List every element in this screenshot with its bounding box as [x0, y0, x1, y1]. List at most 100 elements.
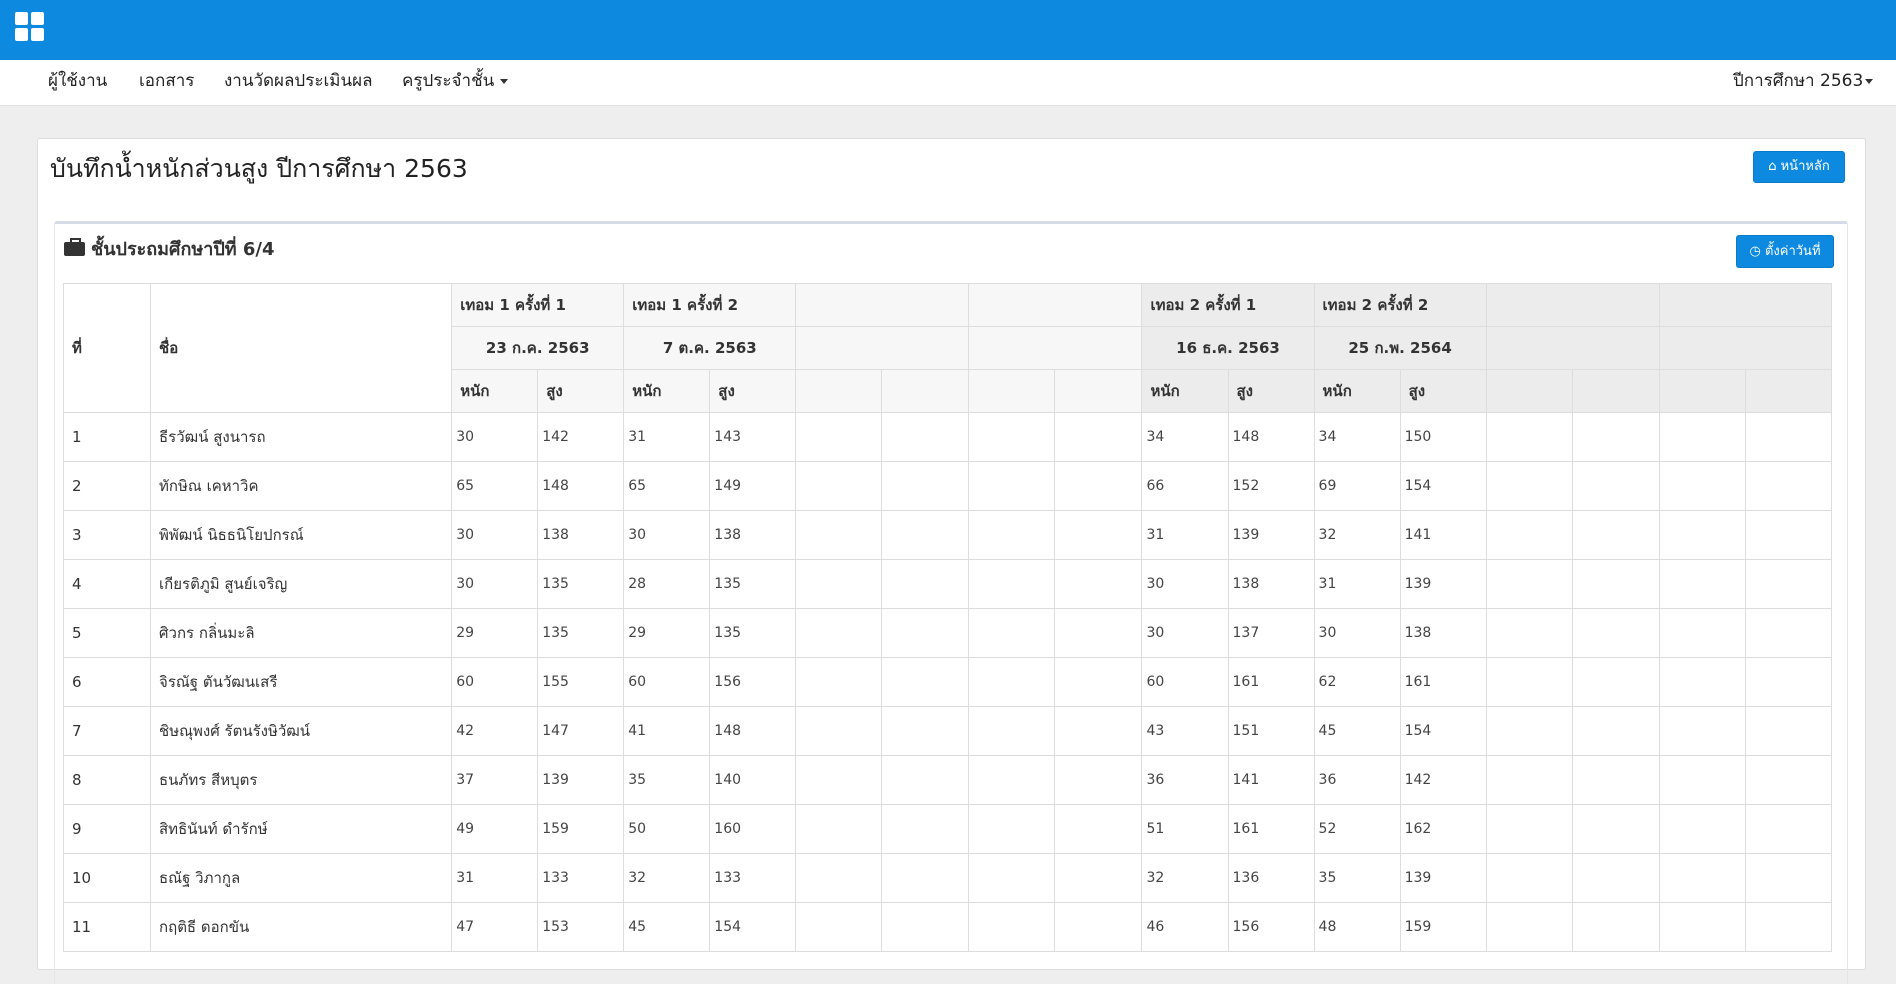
- height-cell[interactable]: 155: [537, 657, 625, 707]
- height-cell[interactable]: 156: [1227, 902, 1315, 952]
- height-cell[interactable]: 149: [709, 461, 797, 511]
- height-cell[interactable]: [881, 755, 970, 805]
- height-cell[interactable]: [1744, 461, 1833, 511]
- height-cell[interactable]: [1571, 755, 1660, 805]
- weight-cell[interactable]: [1485, 706, 1573, 756]
- weight-cell[interactable]: [1658, 853, 1746, 903]
- weight-cell[interactable]: [795, 902, 883, 952]
- weight-cell[interactable]: 32: [1313, 510, 1401, 560]
- weight-cell[interactable]: 32: [1141, 853, 1229, 903]
- weight-cell[interactable]: [1485, 755, 1573, 805]
- weight-cell[interactable]: [1658, 902, 1746, 952]
- nav-item-assessment[interactable]: งานวัดผลประเมินผล: [224, 60, 373, 105]
- height-cell[interactable]: 139: [537, 755, 625, 805]
- weight-cell[interactable]: [1485, 608, 1573, 658]
- height-cell[interactable]: 148: [709, 706, 797, 756]
- weight-cell[interactable]: [795, 657, 883, 707]
- height-cell[interactable]: [1744, 902, 1833, 952]
- height-cell[interactable]: [1744, 755, 1833, 805]
- weight-cell[interactable]: 51: [1141, 804, 1229, 854]
- height-cell[interactable]: [1571, 559, 1660, 609]
- height-cell[interactable]: [881, 461, 970, 511]
- set-date-button[interactable]: ◷ ตั้งค่าวันที่: [1736, 235, 1834, 268]
- height-cell[interactable]: 150: [1399, 412, 1487, 462]
- weight-cell[interactable]: [1658, 510, 1746, 560]
- weight-cell[interactable]: 31: [1313, 559, 1401, 609]
- nav-item-documents[interactable]: เอกสาร: [139, 60, 194, 105]
- weight-cell[interactable]: 28: [623, 559, 711, 609]
- weight-cell[interactable]: [1485, 853, 1573, 903]
- weight-cell[interactable]: 30: [451, 559, 539, 609]
- weight-cell[interactable]: 49: [451, 804, 539, 854]
- weight-cell[interactable]: [795, 461, 883, 511]
- height-cell[interactable]: 139: [1227, 510, 1315, 560]
- height-cell[interactable]: [1054, 510, 1143, 560]
- height-cell[interactable]: 161: [1227, 657, 1315, 707]
- weight-cell[interactable]: 29: [451, 608, 539, 658]
- height-cell[interactable]: [1571, 902, 1660, 952]
- academic-year-menu[interactable]: ปีการศึกษา 2563: [1733, 60, 1874, 105]
- height-cell[interactable]: 138: [1399, 608, 1487, 658]
- height-cell[interactable]: 133: [537, 853, 625, 903]
- weight-cell[interactable]: 31: [623, 412, 711, 462]
- height-cell[interactable]: 139: [1399, 559, 1487, 609]
- weight-cell[interactable]: [1485, 657, 1573, 707]
- weight-cell[interactable]: 52: [1313, 804, 1401, 854]
- weight-cell[interactable]: 35: [623, 755, 711, 805]
- height-cell[interactable]: 161: [1399, 657, 1487, 707]
- weight-cell[interactable]: 35: [1313, 853, 1401, 903]
- height-cell[interactable]: 135: [709, 608, 797, 658]
- height-cell[interactable]: [1744, 559, 1833, 609]
- height-cell[interactable]: 138: [709, 510, 797, 560]
- height-cell[interactable]: [881, 559, 970, 609]
- height-cell[interactable]: 143: [709, 412, 797, 462]
- height-cell[interactable]: 138: [537, 510, 625, 560]
- weight-cell[interactable]: 34: [1141, 412, 1229, 462]
- weight-cell[interactable]: 48: [1313, 902, 1401, 952]
- weight-cell[interactable]: 46: [1141, 902, 1229, 952]
- weight-cell[interactable]: [1485, 412, 1573, 462]
- weight-cell[interactable]: 45: [1313, 706, 1401, 756]
- weight-cell[interactable]: [795, 510, 883, 560]
- height-cell[interactable]: 159: [1399, 902, 1487, 952]
- weight-cell[interactable]: [1658, 412, 1746, 462]
- height-cell[interactable]: 139: [1399, 853, 1487, 903]
- height-cell[interactable]: [1744, 853, 1833, 903]
- weight-cell[interactable]: 29: [623, 608, 711, 658]
- height-cell[interactable]: [1054, 902, 1143, 952]
- weight-cell[interactable]: [968, 461, 1056, 511]
- height-cell[interactable]: [1054, 559, 1143, 609]
- height-cell[interactable]: 135: [537, 559, 625, 609]
- weight-cell[interactable]: 43: [1141, 706, 1229, 756]
- height-cell[interactable]: 141: [1399, 510, 1487, 560]
- height-cell[interactable]: 148: [1227, 412, 1315, 462]
- height-cell[interactable]: [1571, 853, 1660, 903]
- weight-cell[interactable]: 42: [451, 706, 539, 756]
- height-cell[interactable]: 156: [709, 657, 797, 707]
- height-cell[interactable]: 135: [709, 559, 797, 609]
- weight-cell[interactable]: [1658, 559, 1746, 609]
- height-cell[interactable]: [1054, 755, 1143, 805]
- height-cell[interactable]: 142: [537, 412, 625, 462]
- weight-cell[interactable]: [968, 657, 1056, 707]
- height-cell[interactable]: [1054, 706, 1143, 756]
- height-cell[interactable]: 151: [1227, 706, 1315, 756]
- weight-cell[interactable]: 66: [1141, 461, 1229, 511]
- weight-cell[interactable]: [795, 559, 883, 609]
- height-cell[interactable]: 161: [1227, 804, 1315, 854]
- height-cell[interactable]: [1571, 412, 1660, 462]
- height-cell[interactable]: [1744, 706, 1833, 756]
- weight-cell[interactable]: 30: [1313, 608, 1401, 658]
- height-cell[interactable]: [1054, 608, 1143, 658]
- weight-cell[interactable]: [1658, 804, 1746, 854]
- height-cell[interactable]: [1571, 461, 1660, 511]
- height-cell[interactable]: [1571, 657, 1660, 707]
- height-cell[interactable]: 135: [537, 608, 625, 658]
- height-cell[interactable]: [1054, 412, 1143, 462]
- weight-cell[interactable]: [795, 412, 883, 462]
- height-cell[interactable]: 152: [1227, 461, 1315, 511]
- height-cell[interactable]: 140: [709, 755, 797, 805]
- weight-cell[interactable]: 30: [1141, 559, 1229, 609]
- height-cell[interactable]: [1744, 608, 1833, 658]
- height-cell[interactable]: [1571, 706, 1660, 756]
